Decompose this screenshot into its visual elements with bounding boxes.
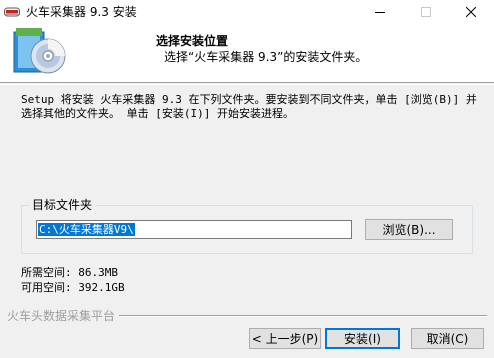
header-panel: 选择安装位置 选择“火车采集器 9.3”的安装文件夹。: [0, 24, 494, 83]
cancel-button[interactable]: 取消(C): [411, 328, 484, 349]
title-bar: 火车采集器 9.3 安装: [0, 0, 494, 24]
instructions-text: Setup 将安装 火车采集器 9.3 在下列文件夹。要安装到不同文件夹，单击 …: [21, 93, 477, 120]
window-title: 火车采集器 9.3 安装: [26, 5, 137, 19]
page-title: 选择安装位置: [156, 34, 229, 48]
browse-button[interactable]: 浏览(B)...: [365, 219, 453, 240]
minimize-button[interactable]: [357, 0, 403, 24]
brand-label: 火车头数据采集平台: [7, 307, 120, 324]
close-button[interactable]: [448, 0, 494, 24]
close-icon: [466, 7, 476, 17]
destination-folder-label: 目标文件夹: [29, 198, 96, 212]
install-path-input[interactable]: C:\火车采集器V9\: [36, 220, 352, 239]
installer-cd-icon: [13, 28, 66, 74]
maximize-button[interactable]: [403, 0, 449, 24]
install-button[interactable]: 安装(I): [325, 328, 400, 349]
install-path-value: C:\火车采集器V9\: [38, 223, 135, 236]
minimize-icon: [375, 12, 385, 13]
space-available-text: 可用空间: 392.1GB: [21, 281, 125, 294]
back-button[interactable]: < 上一步(P): [249, 328, 321, 349]
app-icon: [4, 7, 20, 17]
space-required-text: 所需空间: 86.3MB: [21, 266, 118, 279]
page-subtitle: 选择“火车采集器 9.3”的安装文件夹。: [164, 50, 368, 64]
maximize-icon: [421, 7, 431, 17]
header-divider: [0, 84, 494, 85]
